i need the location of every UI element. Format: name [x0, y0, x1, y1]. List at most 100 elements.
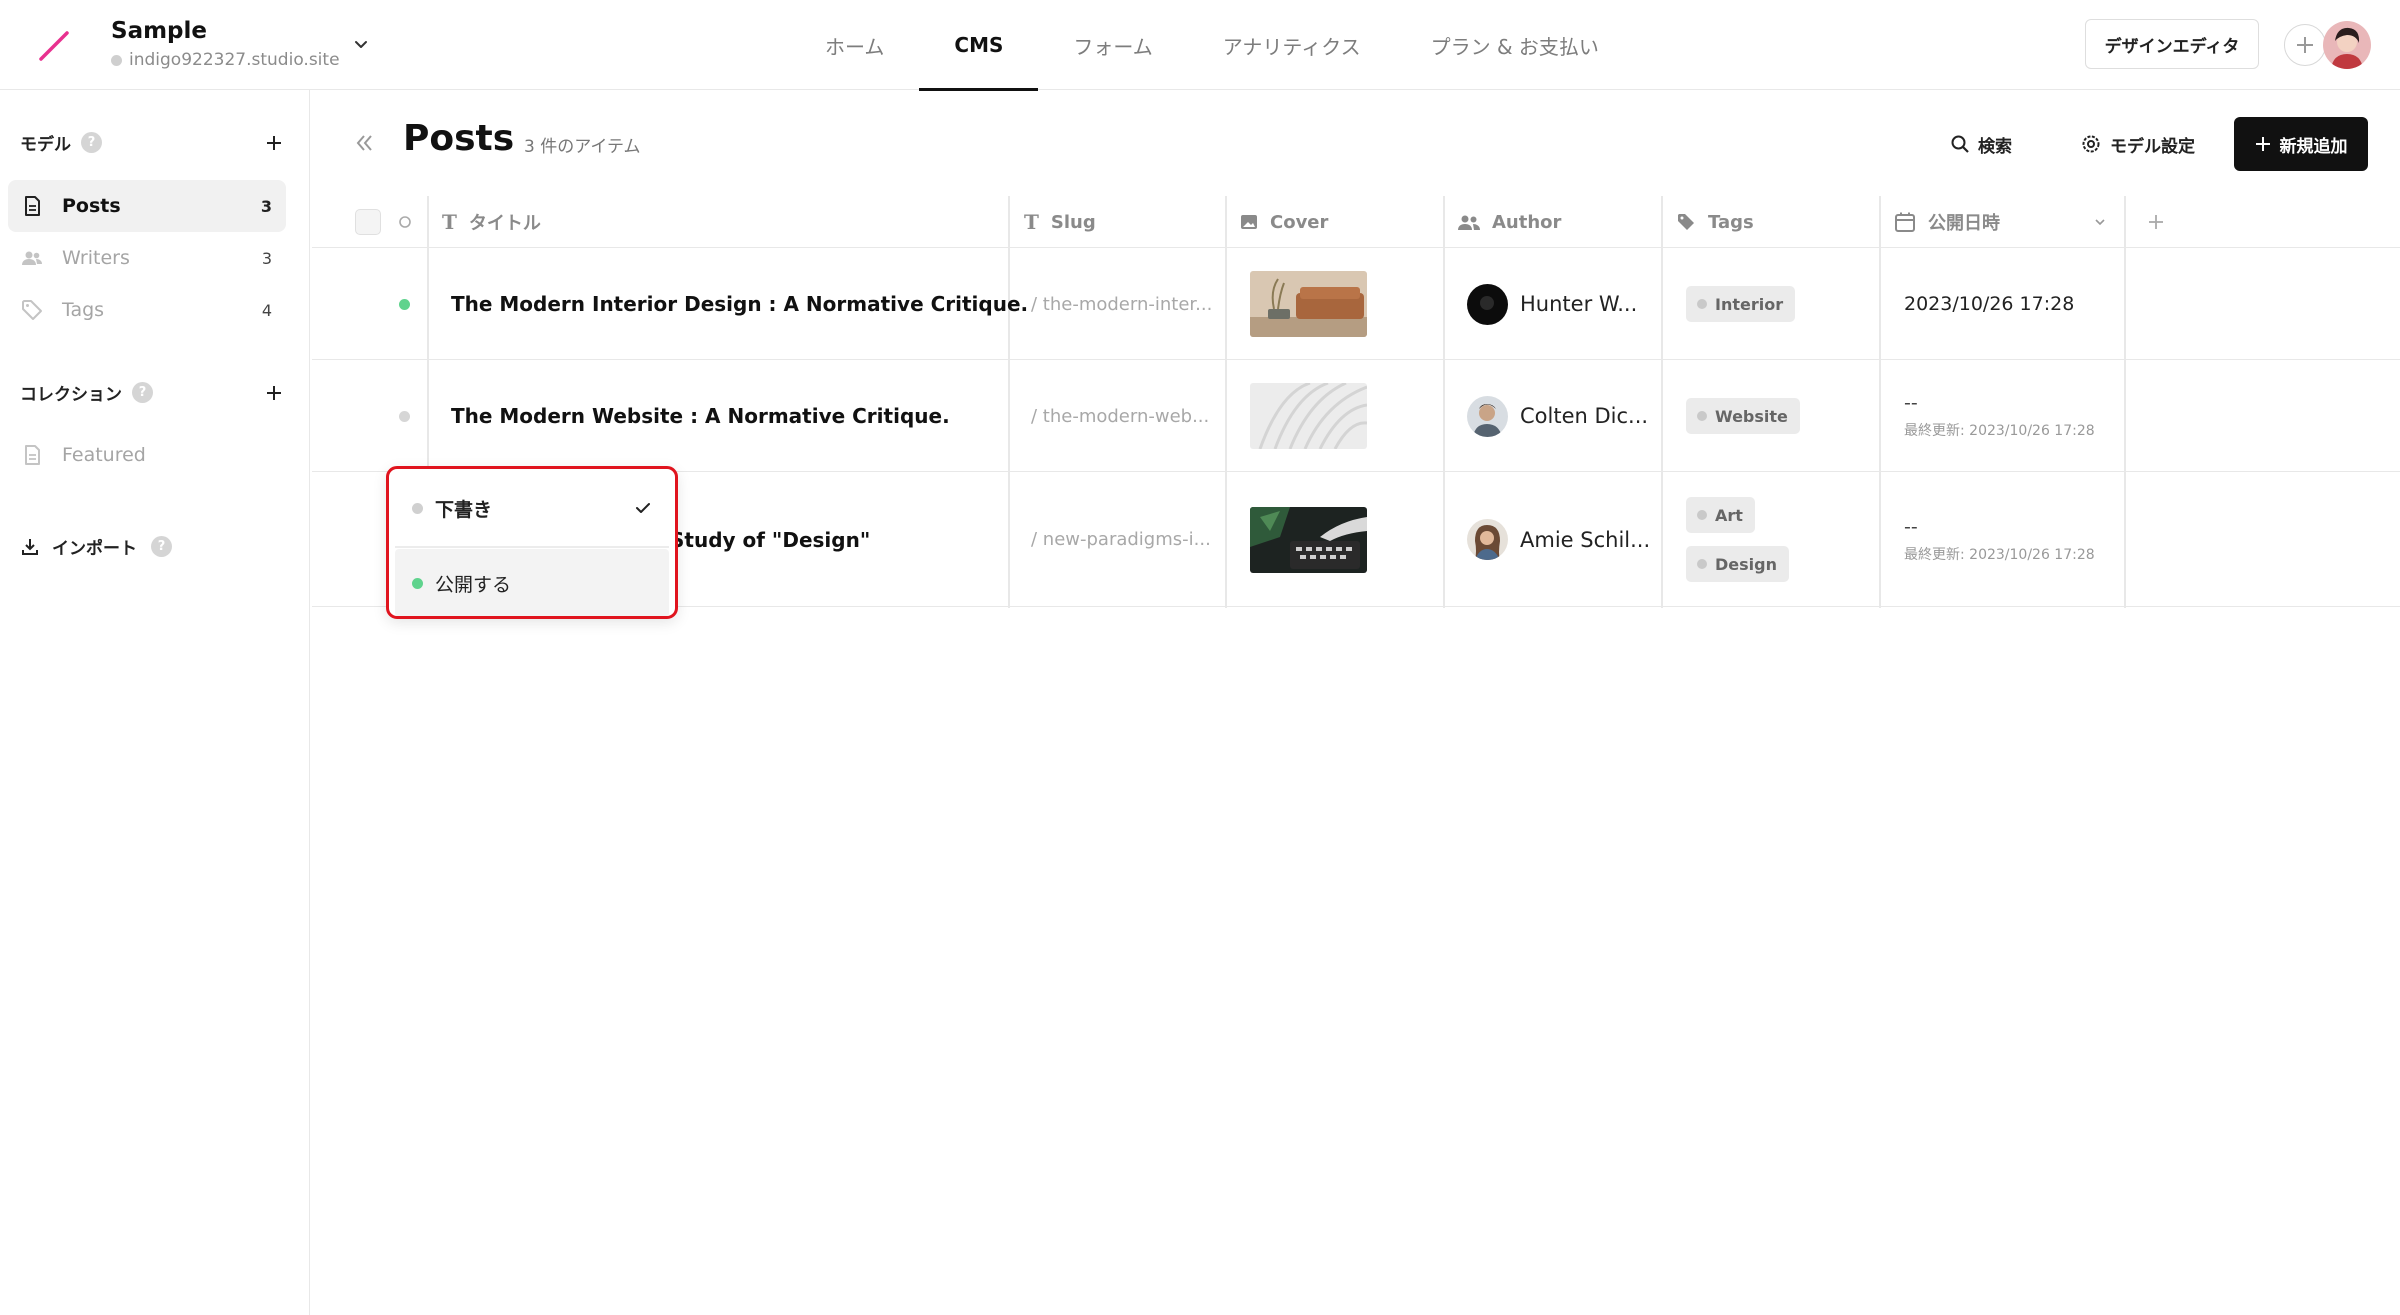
row-cover[interactable]: [1250, 383, 1367, 449]
sidebar: モデル ? Posts 3 Writers 3 Tags 4 コレクション ? …: [0, 90, 310, 1315]
author-avatar: [1467, 395, 1508, 437]
row-tags[interactable]: Art Design: [1686, 472, 1789, 607]
row-slug[interactable]: / new-paradigms-i...: [1031, 472, 1211, 607]
text-type-icon: T: [1024, 210, 1039, 234]
sidebar-item-posts[interactable]: Posts 3: [8, 180, 286, 232]
studio-logo-icon[interactable]: [36, 28, 72, 64]
column-label: Cover: [1270, 211, 1329, 233]
select-all-checkbox[interactable]: [355, 209, 381, 235]
author-avatar: [1467, 283, 1508, 325]
row-tags[interactable]: Website: [1686, 360, 1800, 472]
tag-label: Interior: [1715, 294, 1784, 314]
row-tags[interactable]: Interior: [1686, 248, 1796, 360]
chevron-down-icon[interactable]: [350, 34, 372, 56]
row-author[interactable]: Hunter W...: [1467, 248, 1637, 360]
row-author[interactable]: Colten Dic...: [1467, 360, 1648, 472]
last-updated: 最終更新: 2023/10/26 17:28: [1904, 546, 2095, 563]
column-header-author[interactable]: Author: [1458, 196, 1561, 248]
column-header-tags[interactable]: Tags: [1676, 196, 1754, 248]
models-title: モデル: [20, 135, 71, 155]
column-header-cover[interactable]: Cover: [1240, 196, 1328, 248]
search-icon: [1951, 135, 1969, 153]
add-member-button[interactable]: [2284, 24, 2326, 66]
author-name: Colten Dic...: [1520, 404, 1649, 428]
plus-icon: [2297, 37, 2313, 53]
site-url: indigo922327.studio.site: [111, 50, 340, 70]
help-icon[interactable]: ?: [81, 132, 102, 153]
date-value: --: [1904, 392, 1918, 414]
draft-status-dot: [399, 410, 410, 422]
row-published-date[interactable]: 2023/10/26 17:28: [1904, 248, 2074, 360]
nav-tab-analytics[interactable]: アナリティクス: [1188, 0, 1396, 90]
new-item-label: 新規追加: [2279, 136, 2348, 157]
row-slug[interactable]: / the-modern-web...: [1031, 360, 1209, 472]
dropdown-divider: [395, 546, 669, 548]
new-item-button[interactable]: 新規追加: [2234, 117, 2368, 171]
sidebar-item-writers[interactable]: Writers 3: [8, 232, 286, 284]
collapse-sidebar-icon[interactable]: [350, 129, 378, 157]
status-option-publish[interactable]: 公開する: [395, 549, 669, 616]
cover-image: [1250, 271, 1367, 337]
site-switcher[interactable]: Sample indigo922327.studio.site: [111, 18, 340, 70]
help-icon[interactable]: ?: [132, 382, 153, 403]
column-header-slug[interactable]: T Slug: [1024, 196, 1096, 248]
nav-tab-billing[interactable]: プラン & お支払い: [1396, 0, 1634, 90]
top-bar: Sample indigo922327.studio.site ホーム CMS …: [0, 0, 2400, 91]
nav-tab-cms[interactable]: CMS: [919, 0, 1039, 91]
add-column-button[interactable]: [2146, 196, 2166, 248]
table-row[interactable]: The Modern Interior Design : A Normative…: [312, 248, 2400, 360]
status-option-draft[interactable]: 下書き: [395, 474, 669, 542]
status-cell[interactable]: [399, 248, 410, 360]
gear-icon: [2082, 135, 2100, 153]
nav-tab-forms[interactable]: フォーム: [1038, 0, 1187, 90]
design-editor-button[interactable]: デザインエディタ: [2085, 19, 2259, 69]
status-column-header: [398, 196, 412, 248]
row-author[interactable]: Amie Schil...: [1467, 472, 1650, 607]
sort-chevron[interactable]: [2092, 196, 2108, 248]
user-avatar[interactable]: [2323, 21, 2371, 69]
row-title[interactable]: The Modern Website : A Normative Critiqu…: [451, 360, 950, 472]
row-cover[interactable]: [1250, 507, 1367, 573]
tag-icon: [1678, 214, 1694, 230]
search-label: 検索: [1978, 136, 2012, 157]
site-url-text: indigo922327.studio.site: [129, 50, 340, 70]
search-button[interactable]: 検索: [1950, 128, 2012, 160]
nav-tab-home[interactable]: ホーム: [790, 0, 919, 90]
row-title[interactable]: The Modern Interior Design : A Normative…: [451, 248, 1028, 360]
column-header-title[interactable]: T タイトル: [442, 196, 541, 248]
calendar-icon: [1895, 212, 1915, 232]
model-settings-button[interactable]: モデル設定: [2080, 128, 2195, 160]
models-section-header: モデル ?: [20, 130, 285, 155]
tag-label: Website: [1715, 406, 1788, 426]
table-row[interactable]: The Modern Website : A Normative Critiqu…: [312, 360, 2400, 472]
published-status-dot: [399, 298, 410, 310]
status-cell[interactable]: [399, 360, 410, 472]
column-label: 公開日時: [1928, 213, 2000, 234]
table-header: T タイトル T Slug Cover Author Tags 公開日時: [312, 196, 2400, 248]
item-count: 3 件のアイテム: [524, 137, 641, 157]
sidebar-item-count: 3: [260, 196, 272, 216]
main-nav: ホーム CMS フォーム アナリティクス プラン & お支払い: [790, 0, 1634, 91]
chevron-down-icon: [2095, 219, 2105, 226]
help-icon[interactable]: ?: [151, 536, 172, 557]
row-cover[interactable]: [1250, 271, 1367, 337]
column-header-published[interactable]: 公開日時: [1894, 196, 2000, 248]
sidebar-item-tags[interactable]: Tags 4: [8, 284, 286, 336]
option-label: 公開する: [435, 573, 512, 596]
sidebar-item-featured[interactable]: Featured: [8, 429, 286, 481]
select-all-cell: [355, 196, 381, 248]
status-circle-icon: [399, 216, 411, 228]
add-model-plus-icon[interactable]: [263, 132, 285, 154]
row-published-date[interactable]: -- 最終更新: 2023/10/26 17:28: [1904, 472, 2095, 607]
add-collection-plus-icon[interactable]: [263, 382, 285, 404]
tag-dot: [1697, 299, 1707, 309]
tag-dot: [1697, 559, 1707, 569]
cover-image: [1250, 507, 1367, 573]
people-icon: [1458, 215, 1480, 230]
import-link[interactable]: インポート ?: [20, 534, 285, 559]
row-title[interactable]: Study of "Design": [670, 472, 870, 607]
column-label: Author: [1492, 211, 1562, 233]
import-label: インポート: [52, 539, 137, 559]
row-slug[interactable]: / the-modern-inter...: [1031, 248, 1212, 360]
row-published-date[interactable]: -- 最終更新: 2023/10/26 17:28: [1904, 360, 2095, 472]
